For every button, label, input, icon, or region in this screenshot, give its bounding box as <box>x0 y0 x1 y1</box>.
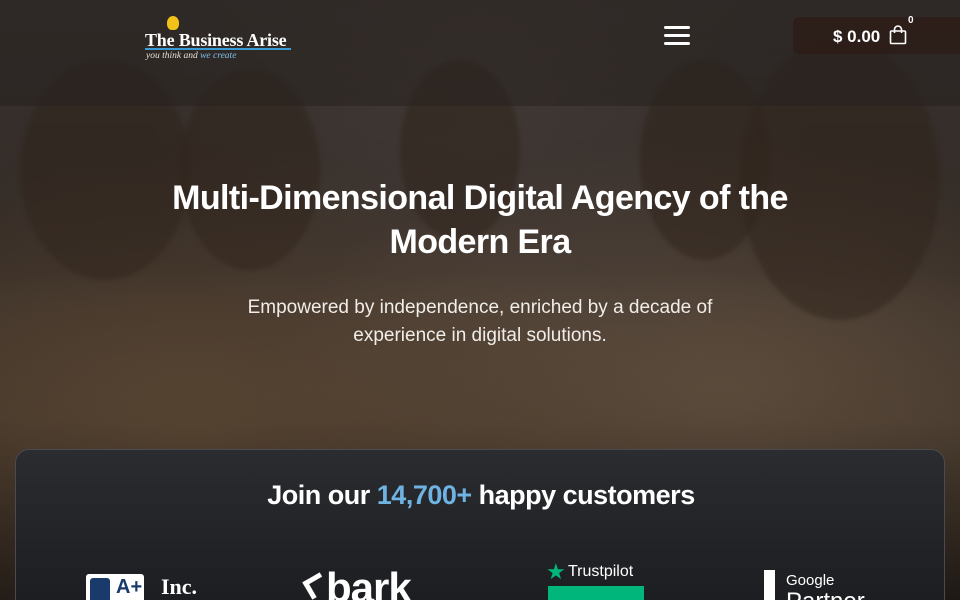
shopping-bag-icon <box>889 25 907 45</box>
site-logo[interactable]: The Business Arise you think and we crea… <box>145 16 295 64</box>
trustpilot-logo: Trustpilot <box>568 563 634 580</box>
bbb-inc-badge: A+ Inc. <box>86 568 216 600</box>
hero-subline: Empowered by independence, enriched by a… <box>247 297 713 346</box>
customers-title: Join our 14,700+ happy customers <box>267 480 695 510</box>
google-partner-bar <box>764 570 775 600</box>
bark-badge: bark <box>302 564 456 600</box>
bbb-torch-icon <box>90 578 110 600</box>
trustpilot-badge: ★ Trustpilot <box>546 559 676 600</box>
logo-underline <box>145 48 291 50</box>
trustpilot-rating-bar <box>548 586 644 600</box>
logo-tagline: you think and we create <box>146 51 237 61</box>
lightbulb-icon <box>167 16 179 30</box>
inc-logo: Inc. <box>161 574 198 599</box>
bbb-logo: A+ <box>86 574 144 600</box>
customers-count: 14,700+ <box>376 480 472 510</box>
cart-count-badge: 0 <box>908 15 914 26</box>
cart-amount: $ 0.00 <box>833 27 881 46</box>
partner-label: Partner <box>786 588 865 600</box>
hamburger-menu-icon[interactable] <box>664 26 690 48</box>
cart-button[interactable]: $ 0.00 0 <box>793 15 960 54</box>
customers-card: Join our 14,700+ happy customers A+ Inc.… <box>15 449 945 600</box>
bbb-rating: A+ <box>116 576 143 598</box>
google-partner-badge: Google Partner <box>764 568 904 600</box>
google-label: Google <box>786 572 835 589</box>
trustpilot-star-icon: ★ <box>546 559 566 584</box>
hero-headline: Multi-Dimensional Digital Agency of the … <box>172 179 788 261</box>
site-header: The Business Arise you think and we crea… <box>0 0 960 106</box>
bark-logo: bark <box>326 564 412 600</box>
